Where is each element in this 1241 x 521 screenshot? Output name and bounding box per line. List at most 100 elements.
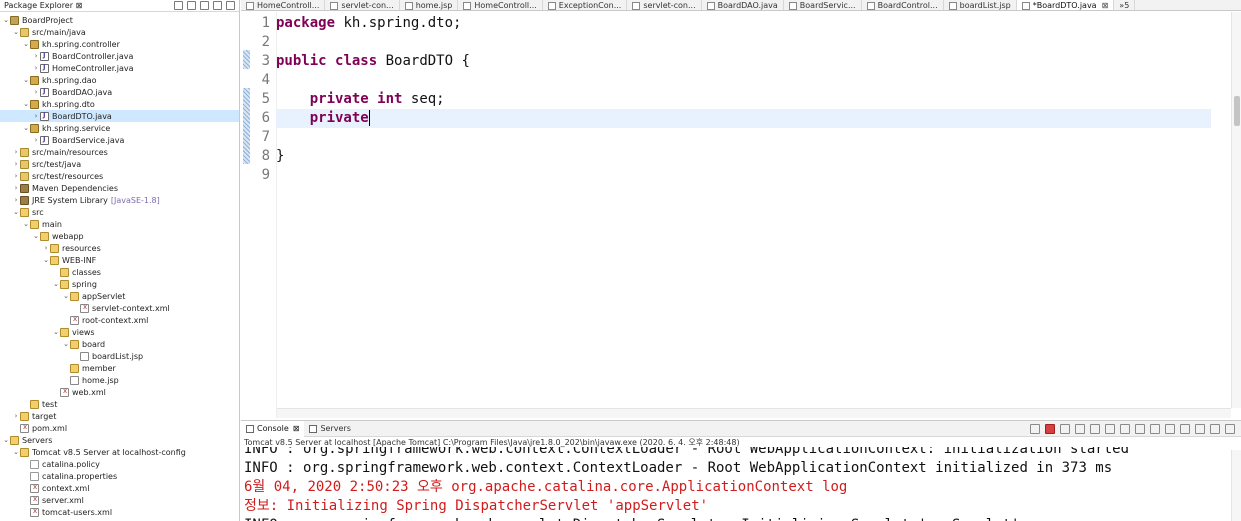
remove-launch-icon[interactable] xyxy=(1060,423,1070,434)
tree-item[interactable]: ⌄ views xyxy=(0,326,239,338)
code-line[interactable]: } xyxy=(276,147,1211,166)
editor-vertical-scrollbar[interactable] xyxy=(1231,12,1241,408)
expanded-arrow-icon[interactable]: ⌄ xyxy=(62,291,70,301)
tree-item[interactable]: › BoardController.java xyxy=(0,50,239,62)
tree-item[interactable]: ⌄ kh.spring.service xyxy=(0,122,239,134)
pin-console-icon[interactable] xyxy=(1165,423,1175,434)
tree-item[interactable]: › BoardDAO.java xyxy=(0,86,239,98)
expanded-arrow-icon[interactable]: ⌄ xyxy=(32,231,40,241)
editor-horizontal-scrollbar[interactable] xyxy=(277,408,1231,418)
collapsed-arrow-icon[interactable]: › xyxy=(32,135,40,145)
tree-item[interactable]: member xyxy=(0,362,239,374)
console-output[interactable]: INFO : org.springframework.web.context.C… xyxy=(244,447,1219,521)
tree-item[interactable]: ⌄ main xyxy=(0,218,239,230)
expanded-arrow-icon[interactable]: ⌄ xyxy=(42,255,50,265)
tree-item[interactable]: web.xml xyxy=(0,386,239,398)
terminate-icon[interactable] xyxy=(1045,423,1055,434)
expanded-arrow-icon[interactable]: ⌄ xyxy=(22,75,30,85)
collapsed-arrow-icon[interactable]: › xyxy=(32,87,40,97)
code-line[interactable]: private xyxy=(276,109,1211,128)
expanded-arrow-icon[interactable]: ⌄ xyxy=(22,219,30,229)
tree-item[interactable]: › src/main/resources xyxy=(0,146,239,158)
tree-item[interactable]: › src/test/java xyxy=(0,158,239,170)
minimize-icon[interactable] xyxy=(1210,423,1220,434)
expanded-arrow-icon[interactable]: ⌄ xyxy=(12,27,20,37)
editor-tab[interactable]: *BoardDTO.java ⊠ xyxy=(1016,0,1115,10)
tree-item[interactable]: ⌄ spring xyxy=(0,278,239,290)
tree-item[interactable]: ⌄ src/main/java xyxy=(0,26,239,38)
collapsed-arrow-icon[interactable]: › xyxy=(12,159,20,169)
code-line[interactable] xyxy=(276,33,1211,52)
close-icon[interactable]: ⊠ xyxy=(293,424,300,433)
tab-servers[interactable]: Servers xyxy=(304,421,355,437)
expanded-arrow-icon[interactable]: ⌄ xyxy=(52,327,60,337)
tree-item[interactable]: ⌄ BoardProject xyxy=(0,14,239,26)
tree-item[interactable]: › JRE System Library [JavaSE-1.8] xyxy=(0,194,239,206)
collapsed-arrow-icon[interactable]: › xyxy=(12,147,20,157)
package-explorer-title[interactable]: Package Explorer ⊠ xyxy=(0,1,82,10)
code-line[interactable] xyxy=(276,71,1211,90)
editor-tab[interactable]: »5 xyxy=(1114,0,1136,10)
minimize-icon[interactable] xyxy=(213,1,222,10)
tree-item[interactable]: ⌄ WEB-INF xyxy=(0,254,239,266)
editor-tab[interactable]: servlet-con... xyxy=(325,0,400,10)
close-icon[interactable]: ⊠ xyxy=(76,1,83,10)
tree-item[interactable]: root-context.xml xyxy=(0,314,239,326)
code-line[interactable] xyxy=(276,166,1211,185)
code-line[interactable]: public class BoardDTO { xyxy=(276,52,1211,71)
remove-all-icon[interactable] xyxy=(1075,423,1085,434)
restart-icon[interactable] xyxy=(1030,423,1040,434)
code-line[interactable] xyxy=(276,128,1211,147)
tree-item[interactable]: boardList.jsp xyxy=(0,350,239,362)
tree-item[interactable]: › BoardService.java xyxy=(0,134,239,146)
editor-tab[interactable]: BoardDAO.java xyxy=(702,0,784,10)
collapsed-arrow-icon[interactable]: › xyxy=(12,183,20,193)
code-line[interactable]: private int seq; xyxy=(276,90,1211,109)
open-console-icon[interactable] xyxy=(1195,423,1205,434)
tree-item[interactable]: home.jsp xyxy=(0,374,239,386)
tree-item[interactable]: servlet-context.xml xyxy=(0,302,239,314)
editor-tab[interactable]: home.jsp xyxy=(400,0,459,10)
word-wrap-icon[interactable] xyxy=(1120,423,1130,434)
expanded-arrow-icon[interactable]: ⌄ xyxy=(52,279,60,289)
editor-tab[interactable]: HomeControll... xyxy=(458,0,543,10)
view-menu-icon[interactable] xyxy=(200,1,209,10)
tree-item[interactable]: ⌄ kh.spring.dto xyxy=(0,98,239,110)
collapsed-arrow-icon[interactable]: › xyxy=(12,195,20,205)
collapsed-arrow-icon[interactable]: › xyxy=(42,243,50,253)
editor-tab[interactable]: HomeControll... xyxy=(241,0,326,10)
collapsed-arrow-icon[interactable]: › xyxy=(32,51,40,61)
show-on-stderr-icon[interactable] xyxy=(1150,423,1160,434)
tree-item[interactable]: › Maven Dependencies xyxy=(0,182,239,194)
tree-item[interactable]: test xyxy=(0,398,239,410)
tree-item[interactable]: ⌄ board xyxy=(0,338,239,350)
editor-tab[interactable]: BoardControl... xyxy=(862,0,944,10)
expanded-arrow-icon[interactable]: ⌄ xyxy=(22,39,30,49)
tree-item[interactable]: server.xml xyxy=(0,494,239,506)
link-with-editor-icon[interactable] xyxy=(187,1,196,10)
expanded-arrow-icon[interactable]: ⌄ xyxy=(2,15,10,25)
tree-item[interactable]: › resources xyxy=(0,242,239,254)
editor-tab[interactable]: servlet-con... xyxy=(627,0,702,10)
expanded-arrow-icon[interactable]: ⌄ xyxy=(12,207,20,217)
collapse-all-icon[interactable] xyxy=(174,1,183,10)
expanded-arrow-icon[interactable]: ⌄ xyxy=(12,447,20,457)
tree-item[interactable]: catalina.properties xyxy=(0,470,239,482)
tree-item[interactable]: ⌄ kh.spring.dao xyxy=(0,74,239,86)
expanded-arrow-icon[interactable]: ⌄ xyxy=(2,435,10,445)
tree-item[interactable]: context.xml xyxy=(0,482,239,494)
tree-item[interactable]: ⌄ kh.spring.controller xyxy=(0,38,239,50)
editor-tab[interactable]: ExceptionCon... xyxy=(543,0,628,10)
expanded-arrow-icon[interactable]: ⌄ xyxy=(62,339,70,349)
tree-item[interactable]: › src/test/resources xyxy=(0,170,239,182)
code-area[interactable]: package kh.spring.dto; public class Board… xyxy=(276,12,1231,418)
tree-item[interactable]: › BoardDTO.java xyxy=(0,110,239,122)
collapsed-arrow-icon[interactable]: › xyxy=(32,111,40,121)
code-editor[interactable]: 1 2 3 4 5 6 7 8 9 package kh.spring.dto; public c… xyxy=(241,12,1241,418)
collapsed-arrow-icon[interactable]: › xyxy=(32,63,40,73)
maximize-icon[interactable] xyxy=(226,1,235,10)
close-icon[interactable]: ⊠ xyxy=(1102,1,1109,10)
tree-item[interactable]: ⌄ src xyxy=(0,206,239,218)
console-vertical-scrollbar[interactable] xyxy=(1231,450,1241,521)
tab-console[interactable]: Console ⊠ xyxy=(241,420,305,437)
